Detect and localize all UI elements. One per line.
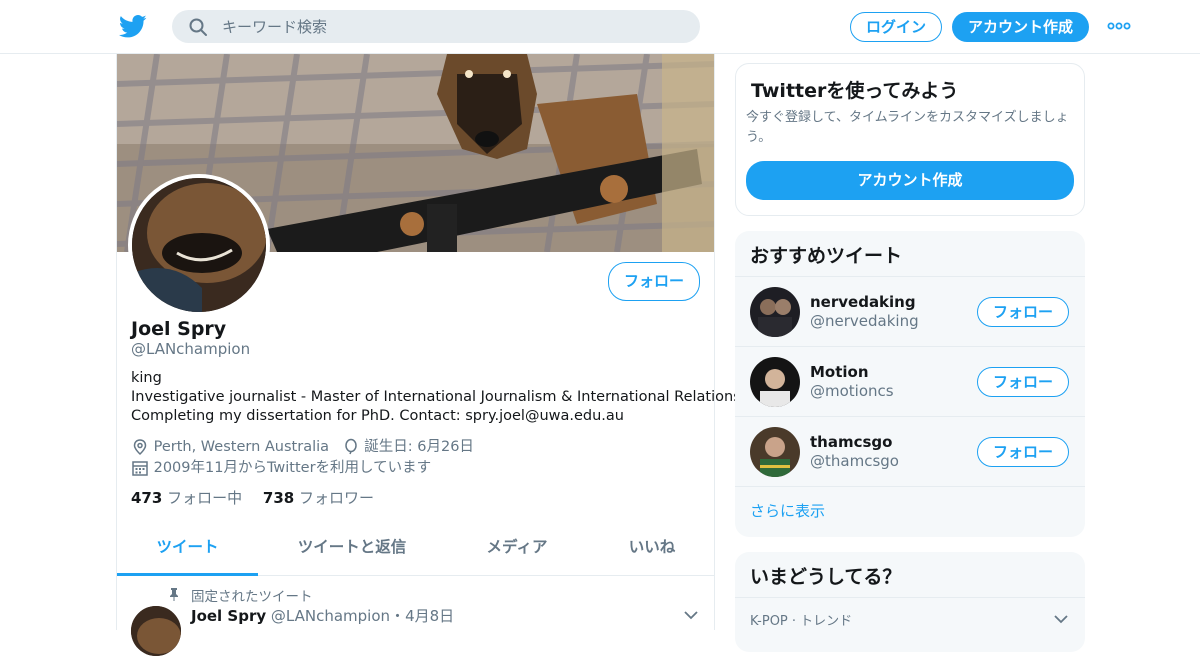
recommended-avatar[interactable] (750, 357, 800, 407)
tweet-author-handle[interactable]: @LANchampion (271, 607, 390, 625)
profile-birthday: 誕生日: 6月26日 (364, 439, 474, 455)
tab-tweets-and-replies[interactable]: ツイートと返信 (277, 524, 427, 576)
search-input[interactable] (222, 10, 682, 43)
recommended-avatar[interactable] (750, 427, 800, 477)
following-link[interactable]: 473 フォロー中 (131, 489, 242, 507)
following-count: 473 (131, 489, 163, 507)
followers-count: 738 (262, 489, 295, 507)
twitter-bird-icon[interactable] (118, 12, 148, 40)
balloon-icon (344, 438, 357, 455)
profile-location: Perth, Western Australia (153, 439, 330, 455)
profile-counts: 473 フォロー中 738 フォロワー (131, 487, 374, 508)
recommended-account[interactable]: Motion @motioncs フォロー (735, 346, 1085, 416)
recommended-handle[interactable]: @thamcsgo (810, 452, 899, 470)
tweet-author-name[interactable]: Joel Spry (191, 607, 266, 625)
divider (735, 486, 1085, 487)
profile-name[interactable]: Joel Spry (131, 318, 226, 340)
trends-title: いまどうしてる？ (750, 566, 902, 588)
profile-joined-date: 2009年11月からTwitterを利用しています (153, 460, 432, 476)
recommended-name[interactable]: Motion (810, 363, 869, 381)
pinned-tweet-label: 固定されたツイート (191, 589, 313, 605)
tweet-date[interactable]: 4月8日 (405, 607, 454, 625)
profile-joined-row: 2009年11月からTwitterを利用しています (131, 456, 431, 477)
signup-card-button[interactable]: アカウント作成 (746, 161, 1074, 200)
profile-handle[interactable]: @LANchampion (131, 340, 250, 358)
tweet-separator: ・ (390, 607, 406, 625)
profile-avatar[interactable] (128, 174, 270, 316)
chevron-down-icon[interactable] (683, 607, 699, 623)
recommended-account[interactable]: nervedaking @nervedaking フォロー (735, 276, 1085, 346)
recommended-handle[interactable]: @motioncs (810, 382, 894, 400)
calendar-icon (132, 461, 148, 476)
trend-context: K-POP · トレンド (750, 614, 853, 629)
tweet-header: Joel Spry @LANchampion・4月8日 (191, 605, 454, 626)
tab-media[interactable]: メディア (467, 524, 567, 576)
profile-bio: king Investigative journalist - Master o… (131, 369, 746, 426)
signup-card-description: 今すぐ登録して、タイムラインをカスタマイズしましょう。 (746, 110, 1069, 145)
recommended-avatar[interactable] (750, 287, 800, 337)
trend-item[interactable]: K-POP · トレンド (735, 597, 1085, 637)
recommended-follow-button[interactable]: フォロー (977, 437, 1069, 467)
bio-line: king (131, 370, 162, 386)
follow-button[interactable]: フォロー (608, 262, 700, 301)
profile-meta-row: Perth, Western Australia 誕生日: 6月26日 (131, 435, 474, 456)
pin-icon (170, 588, 178, 601)
recommended-title: おすすめツイート (750, 245, 903, 267)
followers-link[interactable]: 738 フォロワー (263, 489, 374, 507)
following-label: フォロー中 (167, 489, 243, 507)
more-options-icon[interactable] (1107, 18, 1131, 34)
tab-likes[interactable]: いいね (607, 524, 697, 576)
profile-tabs: ツイート ツイートと返信 メディア いいね (117, 524, 714, 576)
recommended-follow-button[interactable]: フォロー (977, 297, 1069, 327)
profile-column: フォロー Joel Spry @LANchampion king Investi… (116, 54, 746, 656)
recommended-handle[interactable]: @nervedaking (810, 312, 919, 330)
tweet-author-avatar[interactable] (131, 606, 181, 656)
search-icon (189, 18, 207, 36)
top-bar: ログイン アカウント作成 (0, 0, 1200, 54)
signup-card-title: Twitterを使ってみよう (751, 80, 959, 102)
show-more-link[interactable]: さらに表示 (750, 500, 825, 521)
chevron-down-icon[interactable] (1053, 611, 1069, 627)
recommended-account[interactable]: thamcsgo @thamcsgo フォロー (735, 416, 1085, 486)
trends-card: いまどうしてる？ K-POP · トレンド (735, 552, 1085, 652)
tab-tweets[interactable]: ツイート (117, 524, 258, 576)
recommended-card: おすすめツイート nervedaking @nervedaking フォロー M… (735, 231, 1085, 537)
login-button[interactable]: ログイン (850, 12, 942, 42)
signup-card: Twitterを使ってみよう 今すぐ登録して、タイムラインをカスタマイズしましょ… (735, 63, 1085, 216)
followers-label: フォロワー (298, 489, 374, 507)
search-box[interactable] (172, 10, 700, 43)
recommended-name[interactable]: nervedaking (810, 293, 916, 311)
bio-line: Investigative journalist - Master of Int… (131, 389, 746, 405)
bio-line: Completing my dissertation for PhD. Cont… (131, 408, 624, 424)
location-pin-icon (133, 439, 147, 456)
recommended-follow-button[interactable]: フォロー (977, 367, 1069, 397)
recommended-name[interactable]: thamcsgo (810, 433, 892, 451)
signup-button[interactable]: アカウント作成 (952, 12, 1089, 42)
